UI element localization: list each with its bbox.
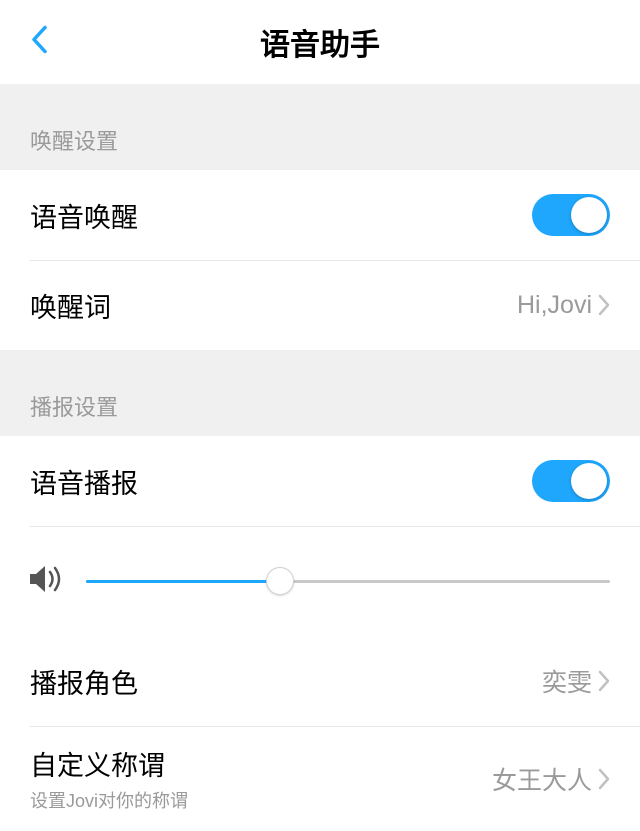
custom-alias-row[interactable]: 自定义称谓 设置Jovi对你的称谓 女王大人 [0, 726, 640, 831]
wake-word-label: 唤醒词 [30, 286, 517, 325]
volume-slider[interactable] [86, 561, 610, 601]
voice-broadcast-label: 语音播报 [30, 462, 532, 501]
header: 语音助手 [0, 0, 640, 84]
back-button[interactable] [22, 17, 56, 68]
slider-fill [86, 580, 280, 583]
section-header-wake: 唤醒设置 [0, 84, 640, 170]
custom-alias-value: 女王大人 [492, 761, 592, 797]
voice-broadcast-row[interactable]: 语音播报 [0, 436, 640, 526]
custom-alias-text: 自定义称谓 设置Jovi对你的称谓 [30, 726, 492, 831]
wake-settings-group: 语音唤醒 唤醒词 Hi,Jovi [0, 170, 640, 350]
volume-row [0, 526, 640, 636]
toggle-knob [571, 463, 607, 499]
speaker-icon [28, 563, 64, 600]
voice-wake-label: 语音唤醒 [30, 196, 532, 235]
wake-word-row[interactable]: 唤醒词 Hi,Jovi [0, 260, 640, 350]
broadcast-role-label: 播报角色 [30, 662, 542, 701]
chevron-right-icon [598, 294, 610, 316]
wake-word-value: Hi,Jovi [517, 291, 592, 320]
custom-alias-label: 自定义称谓 [30, 744, 492, 783]
broadcast-role-value: 奕雯 [542, 663, 592, 699]
section-header-broadcast: 播报设置 [0, 350, 640, 436]
chevron-left-icon [30, 25, 48, 55]
slider-thumb[interactable] [266, 567, 294, 595]
slider-track [86, 580, 610, 583]
voice-broadcast-toggle[interactable] [532, 460, 610, 502]
page-title: 语音助手 [0, 20, 640, 64]
voice-wake-row[interactable]: 语音唤醒 [0, 170, 640, 260]
custom-alias-sublabel: 设置Jovi对你的称谓 [30, 787, 492, 813]
toggle-knob [571, 197, 607, 233]
broadcast-role-row[interactable]: 播报角色 奕雯 [0, 636, 640, 726]
chevron-right-icon [598, 768, 610, 790]
broadcast-settings-group: 语音播报 播报角色 奕雯 自定义称谓 设置Jovi对你的称 [0, 436, 640, 831]
voice-wake-toggle[interactable] [532, 194, 610, 236]
chevron-right-icon [598, 670, 610, 692]
